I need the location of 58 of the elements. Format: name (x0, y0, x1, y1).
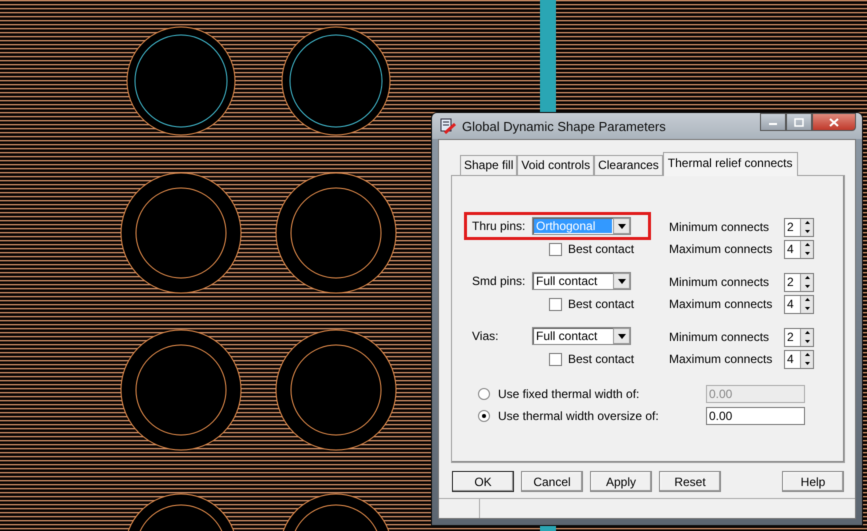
down-arrow-icon (804, 306, 810, 310)
checkbox[interactable] (549, 352, 562, 366)
field-label: Smd pins: (472, 274, 526, 288)
input-field[interactable]: 0.00 (706, 407, 805, 425)
field-label: Thru pins: (472, 219, 526, 233)
tab[interactable]: Clearances (594, 155, 663, 175)
tab[interactable]: Shape fill (460, 155, 518, 175)
spinner-field[interactable]: 2 (784, 328, 814, 346)
up-arrow-icon (804, 276, 810, 280)
spinner-field[interactable]: 4 (784, 240, 814, 258)
close-icon (829, 118, 839, 126)
down-arrow-icon (804, 252, 810, 255)
tab[interactable]: Void controls (517, 155, 594, 175)
app-icon (440, 118, 456, 134)
checkbox[interactable] (549, 298, 562, 310)
radio-label: Use fixed thermal width of: (498, 387, 640, 401)
dialog-button[interactable]: Cancel (521, 471, 583, 492)
checkbox-label: Best contact (568, 352, 634, 366)
radio-label: Use thermal width oversize of: (498, 409, 660, 423)
caret-icon (618, 278, 626, 284)
field-label: Maximum connects (669, 297, 773, 311)
caret-icon (618, 224, 626, 228)
tab[interactable]: Thermal relief connects (662, 152, 798, 176)
help-button[interactable]: Help (782, 471, 844, 492)
maximize-button[interactable] (786, 113, 812, 131)
up-arrow-icon (804, 298, 810, 302)
close-button[interactable] (812, 113, 856, 131)
checkbox-label: Best contact (568, 242, 634, 256)
minimize-button[interactable] (760, 113, 786, 131)
field-label: Vias: (472, 329, 500, 343)
dialog-button[interactable]: Reset (659, 471, 721, 492)
dropdown[interactable]: Full contact (532, 272, 631, 290)
field-label: Minimum connects (669, 220, 770, 234)
down-arrow-icon (804, 340, 810, 343)
caret-icon (618, 334, 626, 338)
spinner-field[interactable]: 4 (784, 294, 814, 314)
up-arrow-icon (804, 353, 810, 356)
maximize-icon (794, 118, 804, 126)
window-title: Global Dynamic Shape Parameters (462, 118, 667, 134)
spinner-field[interactable]: 4 (784, 350, 814, 368)
field-label: Minimum connects (669, 275, 770, 289)
checkbox-label: Best contact (568, 297, 634, 311)
down-arrow-icon (804, 230, 810, 233)
down-arrow-icon (804, 284, 810, 288)
radio-button[interactable] (478, 410, 490, 422)
dropdown[interactable]: Full contact (532, 327, 631, 345)
up-arrow-icon (804, 243, 810, 246)
field-label: Minimum connects (669, 330, 770, 344)
spinner-field[interactable]: 2 (784, 272, 814, 292)
up-arrow-icon (804, 331, 810, 334)
dialog-button[interactable]: Apply (590, 471, 652, 492)
up-arrow-icon (804, 221, 810, 224)
checkbox[interactable] (549, 242, 562, 256)
spinner-field[interactable]: 2 (784, 218, 814, 236)
field-label: Maximum connects (669, 352, 773, 366)
dialog-button[interactable]: OK (452, 471, 514, 492)
down-arrow-icon (804, 362, 810, 365)
field-label: Maximum connects (669, 242, 773, 256)
